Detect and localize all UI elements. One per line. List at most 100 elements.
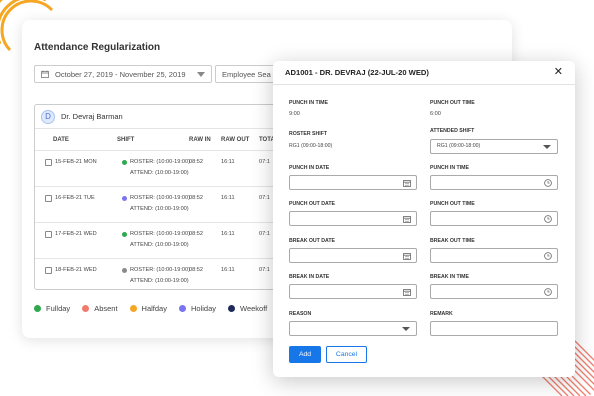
row-total: 07:1 (259, 195, 270, 201)
row-roster: ROSTER: (10:00-19:00) (130, 195, 191, 201)
attendance-table: D Dr. Devraj Barman DATE SHIFT RAW IN RA… (34, 104, 292, 290)
break-in-time-label: BREAK IN TIME (430, 274, 469, 280)
table-row: 18-FEB-21 WED ROSTER: (10:00-19:00) ATTE… (35, 259, 292, 289)
chevron-down-icon (543, 145, 551, 149)
status-legend: Fullday Absent Halfday Holiday Weekoff (34, 304, 279, 313)
break-out-time-field[interactable] (430, 248, 558, 263)
calendar-icon (403, 216, 411, 223)
calendar-icon (403, 289, 411, 296)
table-row: 16-FEB-21 TUE ROSTER: (10:00-19:00) ATTE… (35, 187, 292, 223)
reason-label: REASON (289, 311, 312, 317)
employee-name: Dr. Devraj Barman (61, 112, 123, 121)
legend-item-absent: Absent (82, 304, 118, 313)
row-attend: ATTEND: (10:00-19:00) (130, 206, 189, 212)
clock-icon (544, 252, 552, 260)
legend-dot (129, 305, 137, 312)
avatar: D (41, 109, 55, 124)
punch-out-time-value: 6:00 (430, 111, 441, 117)
status-dot (122, 232, 127, 237)
punch-out-time-label: PUNCH OUT TIME (430, 100, 475, 106)
remark-label: REMARK (430, 311, 453, 317)
reason-select[interactable] (289, 321, 417, 336)
row-date: 17-FEB-21 WED (55, 231, 97, 237)
row-checkbox[interactable] (45, 231, 52, 238)
remark-input[interactable] (430, 321, 558, 336)
legend-dot (178, 305, 186, 312)
attended-shift-label: ATTENDED SHIFT (430, 128, 475, 134)
chevron-down-icon (197, 71, 205, 77)
row-attend: ATTEND: (10:00-19:00) (130, 170, 189, 176)
punch-in-time-label: PUNCH IN TIME (289, 100, 328, 106)
legend-label: Fullday (46, 304, 71, 313)
row-checkbox[interactable] (45, 159, 52, 166)
calendar-icon (403, 253, 411, 260)
punch-in-time-field[interactable] (430, 175, 558, 190)
row-raw-in: 08:52 (189, 159, 203, 165)
row-raw-in: 08:52 (189, 195, 203, 201)
break-in-time-field[interactable] (430, 284, 558, 299)
attended-shift-select[interactable]: RG1 (09:00-18:00) (430, 139, 558, 154)
status-dot (122, 196, 127, 201)
cancel-button[interactable]: Cancel (326, 346, 367, 363)
column-header-shift: SHIFT (117, 137, 135, 143)
row-raw-in: 08:52 (189, 267, 203, 273)
punch-out-time-field[interactable] (430, 211, 558, 226)
row-total: 07:1 (259, 159, 270, 165)
row-date: 18-FEB-21 WED (55, 267, 97, 273)
punch-in-date-field[interactable] (289, 175, 417, 190)
row-date: 15-FEB-21 MON (55, 159, 97, 165)
table-header: DATE SHIFT RAW IN RAW OUT TOTA (35, 129, 292, 151)
roster-shift-value: RG1 (09:00-18:00) (289, 143, 333, 149)
row-raw-out: 16:11 (221, 267, 235, 273)
legend-item-halfday: Halfday (129, 304, 167, 313)
punch-out-date-label: PUNCH OUT DATE (289, 201, 336, 207)
legend-item-fullday: Fullday (34, 304, 70, 313)
clock-icon (544, 179, 552, 187)
row-raw-in: 08:52 (189, 231, 203, 237)
chevron-down-icon (402, 327, 410, 331)
legend-item-holiday: Holiday (178, 304, 216, 313)
legend-item-weekoff: Weekoff (228, 304, 267, 313)
calendar-icon (403, 180, 411, 187)
punch-in-time-field-label: PUNCH IN TIME (430, 165, 469, 171)
row-raw-out: 16:11 (221, 159, 235, 165)
calendar-icon (41, 70, 49, 78)
row-attend: ATTEND: (10:00-19:00) (130, 278, 189, 284)
status-dot (122, 268, 127, 273)
legend-dot (34, 305, 41, 312)
row-checkbox[interactable] (45, 195, 52, 202)
row-roster: ROSTER: (10:00-19:00) (130, 159, 191, 165)
punch-in-time-value: 9:00 (289, 111, 300, 117)
legend-label: Halfday (141, 304, 167, 313)
legend-label: Absent (94, 304, 118, 313)
table-row: 15-FEB-21 MON ROSTER: (10:00-19:00) ATTE… (35, 151, 292, 187)
table-row: 17-FEB-21 WED ROSTER: (10:00-19:00) ATTE… (35, 223, 292, 259)
column-header-date: DATE (53, 137, 69, 143)
row-attend: ATTEND: (10:00-19:00) (130, 242, 189, 248)
close-icon[interactable]: ✕ (554, 67, 563, 78)
attended-shift-value: RG1 (09:00-18:00) (437, 143, 481, 149)
clock-icon (544, 288, 552, 296)
break-out-time-label: BREAK OUT TIME (430, 238, 475, 244)
legend-label: Holiday (190, 304, 216, 313)
row-raw-out: 16:11 (221, 231, 235, 237)
break-out-date-field[interactable] (289, 248, 417, 263)
break-out-date-label: BREAK OUT DATE (289, 238, 336, 244)
break-in-date-field[interactable] (289, 284, 417, 299)
legend-dot (228, 305, 235, 312)
column-header-raw-out: RAW OUT (221, 137, 250, 143)
punch-out-date-field[interactable] (289, 211, 417, 226)
clock-icon (544, 215, 552, 223)
row-checkbox[interactable] (45, 267, 52, 274)
add-button[interactable]: Add (289, 346, 321, 363)
row-roster: ROSTER: (10:00-19:00) (130, 231, 191, 237)
row-total: 07:1 (259, 267, 270, 273)
row-raw-out: 16:11 (221, 195, 235, 201)
date-range-picker[interactable]: October 27, 2019 - November 25, 2019 (34, 65, 212, 83)
row-date: 16-FEB-21 TUE (55, 195, 95, 201)
column-header-raw-in: RAW IN (189, 137, 211, 143)
legend-label: Weekoff (240, 304, 268, 313)
punch-in-date-label: PUNCH IN DATE (289, 165, 330, 171)
modal-header: AD1001 - DR. DEVRAJ (22-JUL-20 WED) ✕ (273, 61, 575, 85)
row-roster: ROSTER: (10:00-19:00) (130, 267, 191, 273)
